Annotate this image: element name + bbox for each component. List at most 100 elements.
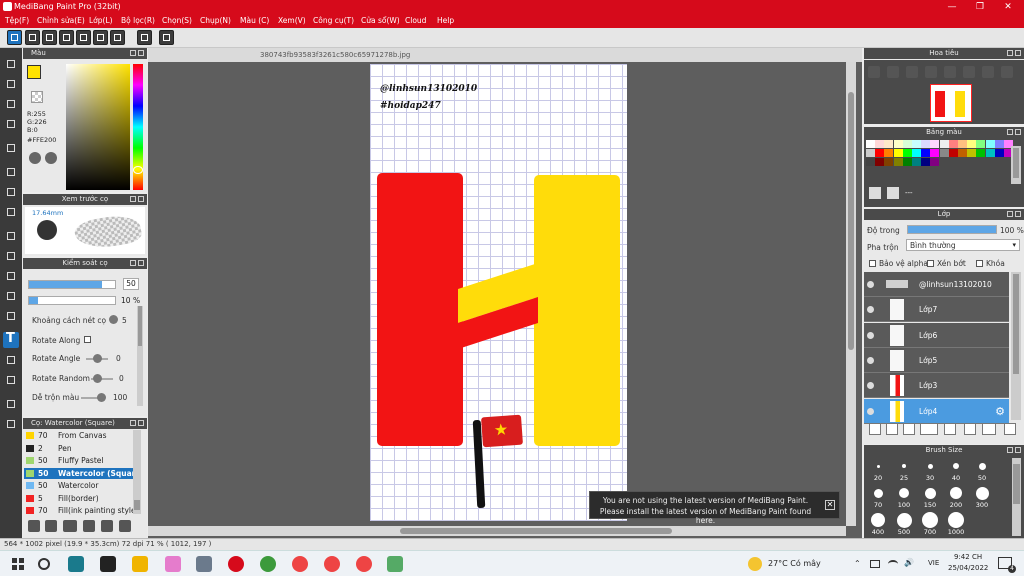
visibility-eye-icon[interactable] xyxy=(867,407,874,415)
brush-list-item[interactable]: 70 From Canvas xyxy=(24,430,134,441)
palette-swatch[interactable] xyxy=(875,140,885,148)
windows-start-icon[interactable] xyxy=(10,556,26,572)
eyedropper-icon[interactable] xyxy=(3,396,19,412)
clock-date[interactable]: 25/04/2022 xyxy=(948,564,988,572)
brush-list-item[interactable]: 50 Watercolor (Square) xyxy=(24,467,134,479)
palette-swatch[interactable] xyxy=(912,149,921,157)
menu-help[interactable]: Help xyxy=(437,16,454,25)
delete-layer-icon[interactable] xyxy=(1004,423,1016,435)
canvas-horizontal-scrollbar[interactable] xyxy=(148,526,846,536)
rotate-random-knob[interactable] xyxy=(93,374,102,383)
panel-window-buttons[interactable] xyxy=(130,196,144,203)
layer-folder-icon[interactable] xyxy=(944,423,956,435)
taskbar-app-4-icon[interactable] xyxy=(260,556,276,572)
brush-size-scrollbar[interactable] xyxy=(1012,458,1021,536)
upload-icon[interactable] xyxy=(25,30,40,45)
transparent-swatch[interactable] xyxy=(31,91,43,103)
layer-opacity-slider[interactable] xyxy=(907,225,997,234)
color-mix-knob[interactable] xyxy=(97,393,106,402)
search-icon[interactable] xyxy=(38,558,50,570)
hue-handle[interactable] xyxy=(133,166,143,174)
layer-item[interactable]: Lớp7 xyxy=(864,297,1009,323)
palette-swatch[interactable] xyxy=(976,149,986,157)
palette-swatch[interactable] xyxy=(902,149,912,157)
battery-icon[interactable] xyxy=(870,560,880,568)
layer-scrollbar[interactable] xyxy=(1011,272,1021,420)
reset-rotation-icon[interactable] xyxy=(982,66,994,78)
palette-swatch[interactable] xyxy=(902,158,912,166)
tray-up-arrow-icon[interactable]: ⌃ xyxy=(854,559,861,568)
taskbar-app-2-icon[interactable] xyxy=(100,556,116,572)
wifi-icon[interactable] xyxy=(888,560,898,568)
palette-swatch[interactable] xyxy=(985,140,995,148)
palette-swatch[interactable] xyxy=(866,140,875,148)
weather-text[interactable]: 27°C Có mây xyxy=(768,559,821,568)
magic-wand-icon[interactable] xyxy=(3,268,19,284)
lasso-tool-icon[interactable] xyxy=(3,248,19,264)
panel-window-buttons[interactable] xyxy=(130,260,144,267)
close-button[interactable]: ✕ xyxy=(994,0,1022,14)
divide-tool-icon[interactable] xyxy=(3,372,19,388)
layer-item[interactable]: Lớp5 xyxy=(864,347,1009,373)
palette-swatch[interactable] xyxy=(921,149,931,157)
visibility-eye-icon[interactable] xyxy=(867,331,874,339)
color-picker-icon[interactable] xyxy=(45,152,57,164)
clipping-checkbox[interactable] xyxy=(927,260,934,267)
palette-swatch[interactable] xyxy=(912,140,921,148)
layer-item[interactable]: Lớp6 xyxy=(864,322,1009,348)
menu-color[interactable]: Màu (C) xyxy=(240,16,269,25)
language-indicator[interactable]: VIE xyxy=(928,559,939,567)
minimize-button[interactable]: — xyxy=(938,0,966,14)
palette-swatch[interactable] xyxy=(930,149,940,157)
navigator-preview[interactable] xyxy=(930,84,972,122)
visibility-eye-icon[interactable] xyxy=(867,382,874,390)
menu-edit[interactable]: Chỉnh sửa(E) xyxy=(37,16,85,25)
eraser-tool-icon[interactable] xyxy=(3,76,19,92)
medibang-taskbar-icon[interactable] xyxy=(228,556,244,572)
palette-swatch[interactable] xyxy=(967,149,977,157)
canvas-vertical-scrollbar[interactable] xyxy=(846,62,856,526)
new-halftone-layer-icon[interactable] xyxy=(886,423,898,435)
protect-alpha-checkbox[interactable] xyxy=(869,260,876,267)
menu-window[interactable]: Cửa sổ(W) xyxy=(361,16,400,25)
panel-window-buttons[interactable] xyxy=(1007,447,1021,454)
select-eraser-icon[interactable] xyxy=(3,308,19,324)
undo-icon[interactable] xyxy=(137,30,152,45)
move-tool-icon[interactable] xyxy=(3,140,19,156)
palette-swatch[interactable] xyxy=(948,140,958,148)
brush-list-item[interactable]: 70 Fill(ink painting style b xyxy=(24,505,134,516)
palette-swatch[interactable] xyxy=(866,149,875,157)
palette-delete-icon[interactable] xyxy=(887,187,899,199)
rotate-right-icon[interactable] xyxy=(963,66,975,78)
notice-line-2[interactable]: Please install the latest version of Med… xyxy=(590,507,821,525)
brush-settings-icon[interactable] xyxy=(45,520,57,532)
palette-swatch[interactable] xyxy=(893,158,903,166)
menu-cloud[interactable]: Cloud xyxy=(405,16,426,25)
drawing-canvas[interactable]: @linhsun13102010 #hoidap247 ★ xyxy=(370,64,627,521)
select-pen-icon[interactable] xyxy=(3,116,19,132)
taskbar-app-3-icon[interactable] xyxy=(165,556,181,572)
rotate-left-icon[interactable] xyxy=(944,66,956,78)
layer-item[interactable]: Lớp3 xyxy=(864,373,1009,399)
duplicate-layer-icon[interactable] xyxy=(964,423,976,435)
chrome-icon-1[interactable] xyxy=(292,556,308,572)
cloud-icon[interactable] xyxy=(7,30,22,45)
chrome-icon-3[interactable] xyxy=(356,556,372,572)
palette-swatch[interactable] xyxy=(939,140,949,148)
lock-checkbox[interactable] xyxy=(976,260,983,267)
palette-swatch[interactable] xyxy=(958,140,967,148)
document-icon[interactable] xyxy=(110,30,125,45)
palette-swatch[interactable] xyxy=(967,140,977,148)
palette-swatch[interactable] xyxy=(875,149,885,157)
panel-window-buttons[interactable] xyxy=(130,50,144,57)
notice-close-button[interactable]: ✕ xyxy=(825,500,835,510)
menu-file[interactable]: Tệp(F) xyxy=(5,16,29,25)
gradient-tool-icon[interactable] xyxy=(3,204,19,220)
volume-icon[interactable]: 🔊 xyxy=(904,558,914,567)
visibility-eye-icon[interactable] xyxy=(867,281,874,288)
menu-tools[interactable]: Công cụ(T) xyxy=(313,16,354,25)
menu-layer[interactable]: Lớp(L) xyxy=(89,16,113,25)
palette-swatch[interactable] xyxy=(921,158,931,166)
palette-swatch[interactable] xyxy=(958,149,967,157)
palette-swatch[interactable] xyxy=(866,158,875,166)
